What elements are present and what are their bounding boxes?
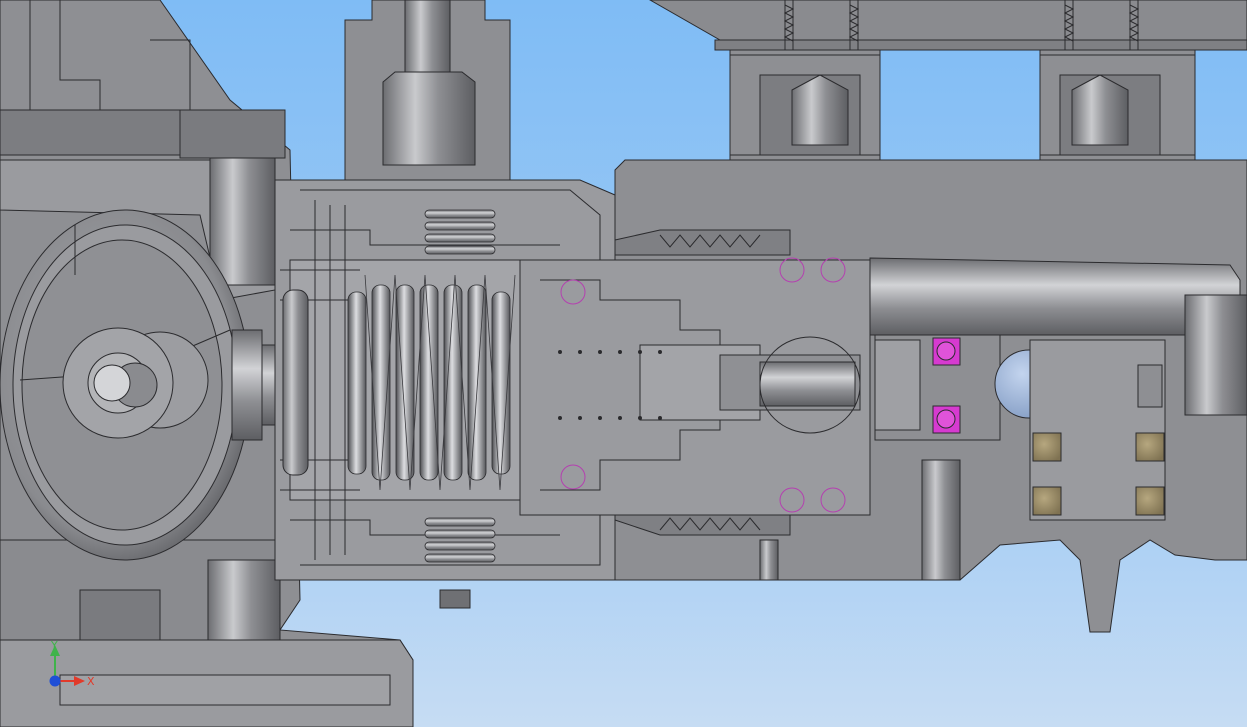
cad-section-view: X Y	[0, 0, 1247, 727]
x-axis-label: X	[87, 675, 95, 688]
cad-viewport[interactable]: X Y	[0, 0, 1247, 727]
y-axis-label: Y	[50, 639, 58, 652]
z-axis-dot	[49, 675, 61, 687]
bushing	[1032, 432, 1062, 462]
shaft-coupling	[282, 289, 309, 476]
bushing	[1135, 486, 1165, 516]
bushing	[1135, 432, 1165, 462]
top-valve-stem	[344, 0, 511, 181]
bushing	[1032, 486, 1062, 516]
bronze-bushings	[1029, 339, 1166, 521]
valve-poppet	[519, 259, 871, 516]
